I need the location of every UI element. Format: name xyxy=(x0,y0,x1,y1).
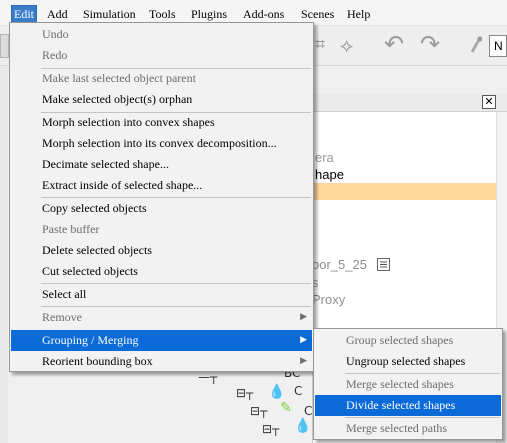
menu-scenes[interactable]: Scenes xyxy=(301,7,334,21)
tree-expander[interactable]: ⊟┬ xyxy=(250,404,267,418)
submenu-arrow-icon: ▶ xyxy=(300,335,307,345)
edit-menu: Undo Redo Make last selected object pare… xyxy=(9,22,314,372)
tree-connector: —┬ xyxy=(198,370,218,384)
redo-icon[interactable]: ↷ xyxy=(420,30,440,58)
tree-expander[interactable]: ⊟┬ xyxy=(236,386,253,400)
close-icon[interactable]: ✕ xyxy=(482,95,496,109)
scene-item-shape[interactable]: hape xyxy=(315,167,344,182)
menu-edit[interactable]: Edit xyxy=(11,5,37,23)
dropper-icon[interactable] xyxy=(470,36,483,54)
menu-item-merge-shapes[interactable]: Merge selected shapes xyxy=(315,374,501,395)
shape-icon: 💧 xyxy=(268,384,286,400)
menu-item-paste[interactable]: Paste buffer xyxy=(11,219,312,240)
menu-item-morph-decomposition[interactable]: Morph selection into its convex decompos… xyxy=(11,133,312,154)
shape-icon: 💧 xyxy=(294,418,312,434)
tree-label-c[interactable]: C xyxy=(294,384,302,398)
menu-item-extract-inside[interactable]: Extract inside of selected shape... xyxy=(11,175,312,196)
menu-item-make-orphan[interactable]: Make selected object(s) orphan xyxy=(11,89,312,110)
tree-label-c2[interactable]: C xyxy=(304,404,312,418)
menu-item-divide-shapes[interactable]: Divide selected shapes xyxy=(315,395,501,416)
menu-item-grouping-merging[interactable]: Grouping / Merging ▶ xyxy=(11,330,312,351)
menu-item-undo[interactable]: Undo xyxy=(11,24,312,45)
menu-item-reorient-bbox[interactable]: Reorient bounding box ▶ xyxy=(11,351,312,372)
left-toolbar xyxy=(0,66,8,443)
toolbar-dropdown[interactable]: N xyxy=(489,35,507,57)
menu-add[interactable]: Add xyxy=(47,7,68,21)
menu-add-ons[interactable]: Add-ons xyxy=(243,7,284,21)
menu-item-merge-paths[interactable]: Merge selected paths xyxy=(315,418,501,439)
menu-item-ungroup-shapes[interactable]: Ungroup selected shapes xyxy=(315,351,501,372)
path-edit-icon[interactable]: ⟡ xyxy=(340,33,353,57)
menu-item-redo[interactable]: Redo xyxy=(11,45,312,66)
joint-icon: ✎ xyxy=(280,400,292,416)
shape-edit-icon[interactable]: ⌗ xyxy=(315,34,325,55)
menu-item-copy[interactable]: Copy selected objects xyxy=(11,198,312,219)
scene-item-proxy[interactable]: Proxy xyxy=(312,292,345,307)
menu-item-cut[interactable]: Cut selected objects xyxy=(11,261,312,282)
menu-tools[interactable]: Tools xyxy=(149,7,176,21)
menu-item-group-shapes[interactable]: Group selected shapes xyxy=(315,330,501,351)
menu-item-make-parent[interactable]: Make last selected object parent xyxy=(11,68,312,89)
menu-plugins[interactable]: Plugins xyxy=(191,7,227,21)
scene-item-floor[interactable]: oor_5_25 xyxy=(312,257,367,272)
menu-item-select-all[interactable]: Select all xyxy=(11,284,312,305)
scene-item-camera[interactable]: era xyxy=(315,150,334,165)
submenu-arrow-icon: ▶ xyxy=(300,356,307,366)
grouping-merging-submenu: Group selected shapes Ungroup selected s… xyxy=(313,328,503,440)
submenu-arrow-icon: ▶ xyxy=(300,312,307,322)
application-window: Edit Add Simulation Tools Plugins Add-on… xyxy=(0,0,507,443)
menu-item-remove[interactable]: Remove ▶ xyxy=(11,307,312,328)
toolbar-left-button[interactable] xyxy=(0,34,9,58)
menu-help[interactable]: Help xyxy=(347,7,370,21)
tree-expander[interactable]: ⊟┬ xyxy=(262,422,279,436)
scene-hierarchy-header xyxy=(312,94,507,112)
menu-item-decimate[interactable]: Decimate selected shape... xyxy=(11,154,312,175)
selected-scene-row[interactable] xyxy=(312,183,496,200)
undo-icon[interactable]: ↶ xyxy=(384,30,404,58)
menu-item-morph-convex[interactable]: Morph selection into convex shapes xyxy=(11,112,312,133)
menu-item-delete[interactable]: Delete selected objects xyxy=(11,240,312,261)
menu-simulation[interactable]: Simulation xyxy=(83,7,136,21)
script-icon[interactable] xyxy=(377,258,390,271)
